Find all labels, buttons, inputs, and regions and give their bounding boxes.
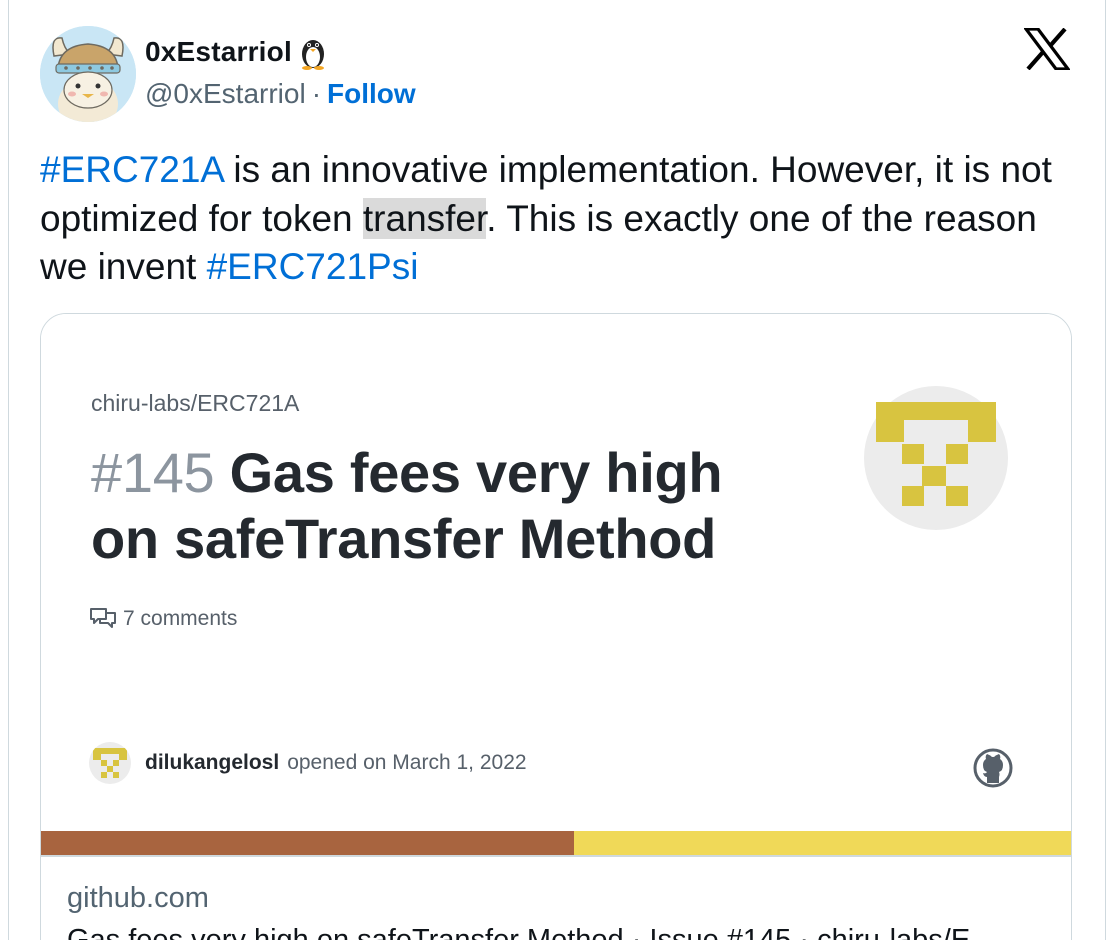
- issue-author-name: dilukangelosl: [145, 751, 280, 774]
- issue-author-avatar: [89, 742, 131, 784]
- issue-number: #145: [91, 441, 215, 504]
- issue-title: #145 Gas fees very high on safeTransfer …: [91, 440, 791, 572]
- link-preview-image: chiru-labs/ERC721A #145 Gas fees very hi…: [41, 314, 1071, 855]
- follow-button[interactable]: Follow: [327, 78, 416, 110]
- handle-row: @0xEstarriol · Follow: [145, 78, 416, 110]
- x-logo-icon[interactable]: [1022, 27, 1072, 71]
- link-description: Gas fees very high on safeTransfer Metho…: [67, 924, 971, 940]
- highlighted-word: transfer: [362, 197, 487, 239]
- org-logo: [864, 386, 1008, 530]
- penguin-icon: [296, 34, 330, 70]
- color-bar-segment-2: [574, 831, 1071, 855]
- comments-icon: [90, 608, 116, 628]
- comments-count: 7 comments: [89, 606, 237, 632]
- link-preview-card[interactable]: chiru-labs/ERC721A #145 Gas fees very hi…: [40, 313, 1072, 940]
- hashtag-erc721psi[interactable]: #ERC721Psi: [207, 246, 419, 287]
- author-display-name[interactable]: 0xEstarriol: [145, 34, 330, 70]
- author-handle[interactable]: @0xEstarriol: [145, 78, 306, 110]
- color-bar-segment-1: [41, 831, 574, 855]
- author-avatar[interactable]: [40, 26, 136, 122]
- display-name-text: 0xEstarriol: [145, 36, 292, 67]
- comments-text: 7 comments: [123, 607, 238, 630]
- separator-dot: ·: [311, 78, 322, 109]
- card-divider: [41, 855, 1071, 857]
- github-icon: [973, 748, 1013, 788]
- hashtag-erc721a[interactable]: #ERC721A: [40, 149, 223, 190]
- issue-opened-date: opened on March 1, 2022: [287, 751, 527, 774]
- tweet-text: #ERC721A is an innovative implementation…: [40, 146, 1060, 292]
- issue-author-row: dilukangelosl opened on March 1, 2022: [89, 742, 527, 784]
- repo-name: chiru-labs/ERC721A: [91, 390, 300, 416]
- language-color-bar: [41, 831, 1071, 855]
- avatar-image: [40, 26, 136, 122]
- link-domain: github.com: [67, 882, 209, 914]
